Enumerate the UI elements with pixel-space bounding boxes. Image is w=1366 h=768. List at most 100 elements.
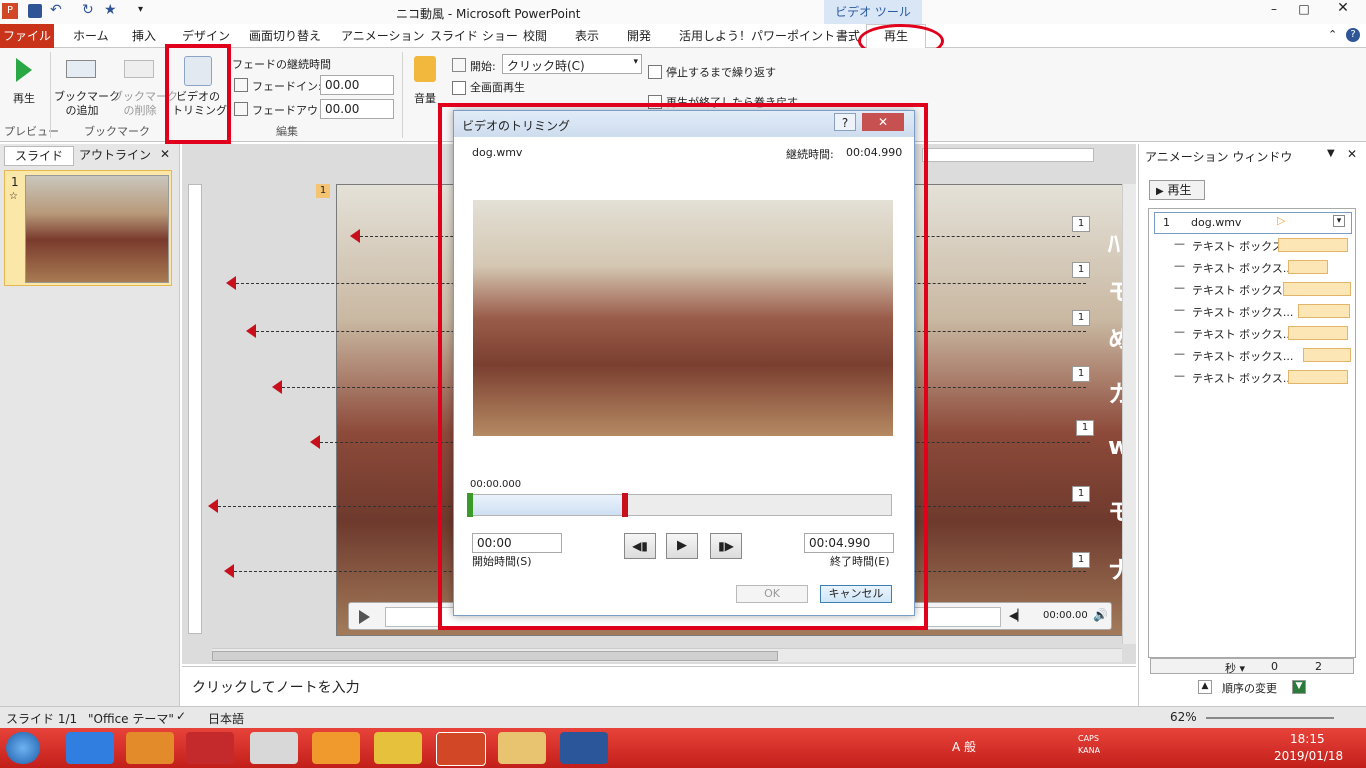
clock-date[interactable]: 2019/01/18	[1274, 749, 1343, 763]
fade-out-icon	[234, 102, 248, 116]
volume-icon[interactable]	[414, 56, 436, 82]
volume-button[interactable]: 音量	[410, 92, 440, 106]
maximize-button[interactable]: □	[1292, 2, 1316, 18]
qat-customize-icon[interactable]: ▾	[138, 4, 143, 15]
word-icon[interactable]	[560, 732, 608, 764]
save-icon[interactable]	[28, 4, 42, 18]
ie-icon[interactable]	[66, 732, 114, 764]
motion-path-start[interactable]	[350, 229, 360, 243]
anim-timing-bar	[1288, 370, 1348, 384]
zoom-slider[interactable]	[1206, 717, 1334, 719]
animation-order-badge: 1	[1072, 310, 1090, 326]
motion-path-start[interactable]	[226, 276, 236, 290]
help-icon[interactable]: ?	[1346, 28, 1360, 42]
start-dropdown-value: クリック時(C)	[507, 59, 585, 73]
collapse-ribbon-icon[interactable]: ⌃	[1328, 28, 1337, 41]
anim-item[interactable]: — テキスト ボックス...	[1150, 301, 1360, 321]
start-button[interactable]	[6, 732, 40, 764]
notes-pane[interactable]: クリックしてノートを入力	[182, 666, 1136, 706]
animation-order-badge: 1	[1076, 420, 1094, 436]
anim-item-selected[interactable]: 1 dog.wmv ▷ ▾	[1154, 212, 1352, 234]
clock-time[interactable]: 18:15	[1290, 732, 1325, 746]
fullscreen-checkbox[interactable]	[452, 81, 466, 95]
media-volume-icon[interactable]: 🔊	[1093, 608, 1108, 622]
tab-review[interactable]: 校閲	[523, 27, 547, 44]
close-icon[interactable]: ✕	[160, 147, 170, 161]
tab-developer[interactable]: 開発	[627, 27, 651, 44]
anim-item[interactable]: — テキスト ボックス...	[1150, 235, 1360, 255]
anim-item[interactable]: — テキスト ボックス...	[1150, 257, 1360, 277]
tab-design[interactable]: デザイン	[182, 27, 230, 44]
play-icon: ▶	[1156, 186, 1164, 197]
add-bookmark-icon[interactable]	[66, 60, 96, 78]
media-play-icon[interactable]	[359, 610, 370, 624]
minimize-button[interactable]: –	[1262, 2, 1286, 18]
group-bookmark-label: ブックマーク	[84, 125, 150, 138]
tab-format[interactable]: 書式	[836, 27, 860, 44]
undo-icon[interactable]: ↶	[50, 2, 62, 18]
tab-slideshow[interactable]: スライド ショー	[430, 27, 518, 44]
clock-icon[interactable]	[250, 732, 298, 764]
anim-item[interactable]: — テキスト ボックス...	[1150, 367, 1360, 387]
tab-slides[interactable]: スライド	[4, 146, 74, 166]
anim-item[interactable]: — テキスト ボックス...	[1150, 345, 1360, 365]
media-icon[interactable]	[126, 732, 174, 764]
motion-path-start[interactable]	[310, 435, 320, 449]
anim-play-button[interactable]: ▶ 再生	[1149, 180, 1205, 200]
powerpoint-icon[interactable]	[436, 732, 486, 766]
star-icon[interactable]: ★	[104, 2, 117, 18]
horizontal-scrollbar[interactable]	[212, 648, 1122, 662]
motion-path-start[interactable]	[208, 499, 218, 513]
tab-outline[interactable]: アウトライン	[78, 146, 152, 166]
outlook-icon[interactable]	[312, 732, 360, 764]
dialog-highlight-box	[438, 103, 928, 630]
fade-in-input[interactable]: 00.00	[320, 75, 394, 95]
close-icon[interactable]: ✕	[1347, 147, 1357, 161]
start-label: 開始:	[470, 60, 496, 73]
remove-bookmark-button[interactable]: ブックマーク の削除	[112, 90, 178, 118]
tab-transitions[interactable]: 画面切り替え	[249, 27, 321, 44]
tab-view[interactable]: 表示	[575, 27, 599, 44]
tab-file[interactable]: ファイル	[0, 24, 54, 48]
tab-insert[interactable]: 挿入	[132, 27, 156, 44]
anim-item-dash: —	[1174, 281, 1185, 294]
pane-options-icon[interactable]: ▼	[1327, 148, 1335, 159]
explorer-icon[interactable]	[498, 732, 546, 764]
motion-path-start[interactable]	[246, 324, 256, 338]
horizontal-scroll-thumb[interactable]	[212, 651, 778, 661]
fade-out-input[interactable]: 00.00	[320, 99, 394, 119]
anim-item-dash: —	[1174, 259, 1185, 272]
move-down-icon[interactable]: ▼	[1292, 680, 1306, 694]
close-button[interactable]: ✕	[1324, 0, 1362, 18]
language[interactable]: 日本語	[208, 710, 244, 727]
move-up-icon[interactable]: ▲	[1198, 680, 1212, 694]
zoom-level[interactable]: 62%	[1170, 710, 1197, 724]
ime-indicator[interactable]: A 般	[952, 738, 976, 755]
redo-icon[interactable]: ↻	[82, 2, 94, 18]
play-preview-icon[interactable]	[16, 58, 32, 82]
pin-icon[interactable]	[186, 732, 234, 764]
anim-item-name: dog.wmv	[1191, 216, 1242, 229]
chrome-icon[interactable]	[374, 732, 422, 764]
chevron-down-icon: ▾	[633, 57, 638, 67]
animation-order-badge: 1	[1072, 486, 1090, 502]
motion-path-start[interactable]	[272, 380, 282, 394]
seconds-label[interactable]: 秒 ▾	[1225, 660, 1245, 676]
chevron-down-icon[interactable]: ▾	[1333, 215, 1345, 227]
tab-animations[interactable]: アニメーション	[341, 27, 425, 44]
tab-addin[interactable]: 活用しよう！パワーポイント	[679, 27, 835, 44]
tab-home[interactable]: ホーム	[73, 27, 109, 44]
play-preview-button[interactable]: 再生	[8, 92, 40, 106]
anim-timeline-footer[interactable]: 秒 ▾ 0 2	[1150, 658, 1354, 676]
vertical-scrollbar[interactable]	[1122, 184, 1136, 644]
add-bookmark-button[interactable]: ブックマーク の追加	[54, 90, 120, 118]
loop-checkbox[interactable]	[648, 65, 662, 79]
slide-thumbnail-selected[interactable]: 1 ☆	[4, 170, 172, 286]
spellcheck-icon[interactable]: ✓	[176, 709, 186, 723]
powerpoint-logo-icon[interactable]: P	[2, 3, 18, 19]
anim-item[interactable]: — テキスト ボックス...	[1150, 323, 1360, 343]
anim-item[interactable]: — テキスト ボックス...	[1150, 279, 1360, 299]
start-dropdown[interactable]: クリック時(C) ▾	[502, 54, 642, 74]
motion-path-start[interactable]	[224, 564, 234, 578]
media-prev-icon[interactable]: ◀▏	[1009, 609, 1026, 622]
